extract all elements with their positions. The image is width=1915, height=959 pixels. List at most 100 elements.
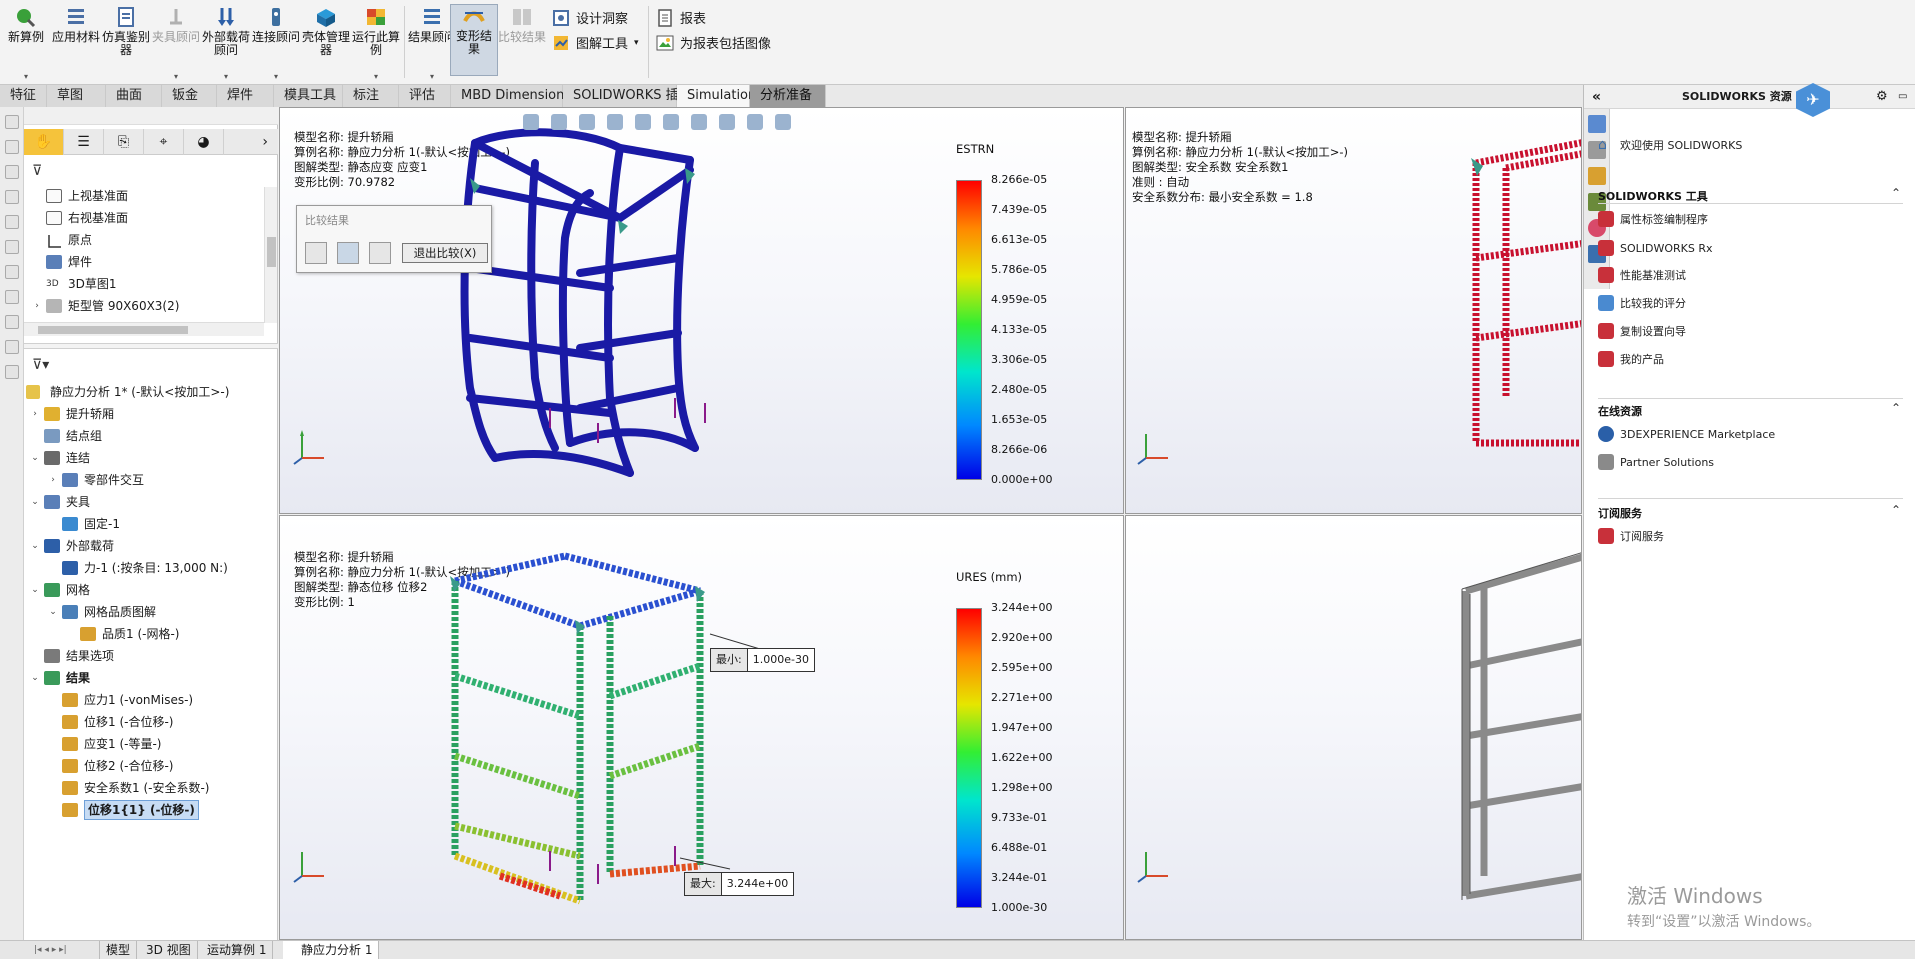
chevron-up-icon[interactable]: ⌃ <box>1891 503 1901 517</box>
sim-tree-item[interactable]: › 提升轿厢 <box>24 403 264 425</box>
study-root-item[interactable]: ⌄ 静应力分析 1* (-默认<按加工>-) <box>24 381 264 403</box>
viewport-strain-plot[interactable]: 模型名称: 提升轿厢 算例名称: 静应力分析 1(-默认<按加工>-) 图解类型… <box>279 107 1124 514</box>
strip-tool-icon[interactable] <box>5 265 19 279</box>
tab-features[interactable]: 特征 <box>0 85 47 107</box>
collapse-arrow-icon[interactable]: ⌄ <box>30 535 40 557</box>
tool-link-property-tab-builder[interactable]: 属性标签编制程序 <box>1598 211 1708 227</box>
sim-tree-item[interactable]: ⌄ 外部载荷 <box>24 535 264 557</box>
scrollbar-thumb[interactable] <box>267 237 276 267</box>
pin-icon[interactable]: ▭ <box>1898 85 1907 109</box>
tab-evaluate[interactable]: 评估 <box>399 85 451 107</box>
tool-link-compare-score[interactable]: 比较我的评分 <box>1598 295 1686 311</box>
tab-scroll-arrows[interactable]: |◂ ◂ ▸ ▸| <box>28 941 100 959</box>
tab-sheet-metal[interactable]: 钣金 <box>162 85 217 107</box>
feature-tree-tab[interactable]: ✋ <box>24 129 64 155</box>
report-button[interactable]: 报表 <box>656 8 706 27</box>
section-view-icon[interactable] <box>607 114 623 130</box>
run-study-button[interactable]: 运行此算例 ▾ <box>352 6 400 81</box>
feature-tree-horizontal-scrollbar[interactable] <box>24 322 264 336</box>
sim-tree-item[interactable]: › 零部件交互 <box>24 469 264 491</box>
sim-tree-item[interactable]: 结果选项 <box>24 645 264 667</box>
connections-advisor-button[interactable]: 连接顾问 ▾ <box>252 6 300 81</box>
subscription-link[interactable]: 订阅服务 <box>1598 528 1664 544</box>
strip-tool-icon[interactable] <box>5 215 19 229</box>
collapse-arrow-icon[interactable]: ⌄ <box>30 667 40 689</box>
display-style-icon[interactable] <box>663 114 679 130</box>
tool-link-copy-settings[interactable]: 复制设置向导 <box>1598 323 1686 339</box>
sim-tree-item[interactable]: 品质1 (-网格-) <box>24 623 264 645</box>
strip-tool-icon[interactable] <box>5 240 19 254</box>
tab-mbd-dimensions[interactable]: MBD Dimensions <box>451 85 571 107</box>
sim-tree-item[interactable]: 应变1 (-等量-) <box>24 733 264 755</box>
tab-markup[interactable]: 标注 <box>343 85 399 107</box>
expand-arrow-icon[interactable]: › <box>48 469 58 491</box>
sim-tree-item[interactable]: 位移1{1} (-位移-) <box>24 799 264 821</box>
view-orientation-icon[interactable] <box>635 114 651 130</box>
chevron-up-icon[interactable]: ⌃ <box>1891 401 1901 415</box>
tool-link-my-products[interactable]: 我的产品 <box>1598 351 1664 367</box>
sim-tree-item[interactable]: ⌄ 网格品质图解 <box>24 601 264 623</box>
sim-tree-item[interactable]: ⌄ 夹具 <box>24 491 264 513</box>
shell-manager-button[interactable]: 壳体管理器 <box>302 6 350 57</box>
expand-arrow-icon[interactable]: › <box>32 295 42 317</box>
sim-tree-item[interactable]: 安全系数1 (-安全系数-) <box>24 777 264 799</box>
bottom-tab-model[interactable]: 模型 <box>100 941 138 959</box>
property-manager-tab[interactable]: ☰ <box>64 129 104 155</box>
sim-tree-item[interactable]: 应力1 (-vonMises-) <box>24 689 264 711</box>
sim-tree-item[interactable]: 位移2 (-合位移-) <box>24 755 264 777</box>
tree-item-3d-sketch[interactable]: 3D 3D草图1 <box>24 273 264 295</box>
exit-compare-button[interactable]: 退出比较(X) <box>402 243 488 263</box>
tree-item-origin[interactable]: 原点 <box>24 229 264 251</box>
tool-link-solidworks-rx[interactable]: SOLIDWORKS Rx <box>1598 240 1713 256</box>
steel-frame-model[interactable] <box>1126 516 1582 940</box>
tab-solidworks-addins[interactable]: SOLIDWORKS 插件 <box>563 85 692 107</box>
previous-view-icon[interactable] <box>579 114 595 130</box>
chevron-up-icon[interactable]: ⌃ <box>1891 186 1901 200</box>
bottom-tab-motion-study[interactable]: 运动算例 1 <box>201 941 274 959</box>
dimxpert-tab[interactable]: ⌖ <box>144 129 184 155</box>
tab-weldments[interactable]: 焊件 <box>217 85 274 107</box>
tool-link-benchmark[interactable]: 性能基准测试 <box>1598 267 1686 283</box>
display-manager-tab[interactable]: ◕ <box>184 129 224 155</box>
tab-analysis-preparation[interactable]: 分析准备 <box>750 85 826 107</box>
compare-results-button[interactable]: 比较结果 <box>498 6 546 44</box>
safety-factor-frame-model[interactable] <box>1126 108 1582 514</box>
hide-show-items-icon[interactable] <box>691 114 707 130</box>
strip-tool-icon[interactable] <box>5 190 19 204</box>
strip-tool-icon[interactable] <box>5 115 19 129</box>
tab-mold-tools[interactable]: 模具工具 <box>274 85 343 107</box>
viewport-displacement-plot[interactable]: 模型名称: 提升轿厢 算例名称: 静应力分析 1(-默认<按加工>-) 图解类型… <box>279 515 1124 940</box>
simulation-evaluator-button[interactable]: 仿真鉴别器 <box>102 6 150 57</box>
min-value-probe[interactable]: 最小: 1.000e-30 <box>710 648 815 672</box>
collapse-pane-icon[interactable]: « <box>1592 85 1601 109</box>
design-insight-button[interactable]: 设计洞察 <box>552 8 628 27</box>
view-settings-icon[interactable] <box>775 114 791 130</box>
zoom-to-fit-icon[interactable] <box>523 114 539 130</box>
strip-tool-icon[interactable] <box>5 140 19 154</box>
viewport-safety-factor-plot[interactable]: 模型名称: 提升轿厢 算例名称: 静应力分析 1(-默认<按加工>-) 图解类型… <box>1125 107 1582 514</box>
configuration-manager-tab[interactable]: ⎘ <box>104 129 144 155</box>
panel-drag-handle[interactable] <box>24 107 278 125</box>
viewport-model-view[interactable] <box>1125 515 1582 940</box>
strip-tool-icon[interactable] <box>5 290 19 304</box>
bottom-tab-3d-views[interactable]: 3D 视图 <box>140 941 198 959</box>
strip-tool-icon[interactable] <box>5 165 19 179</box>
sim-tree-item[interactable]: 固定-1 <box>24 513 264 535</box>
collapse-arrow-icon[interactable]: ⌄ <box>48 601 58 623</box>
compare-layout-button[interactable] <box>337 242 359 264</box>
sim-tree-item[interactable]: ⌄ 结果 <box>24 667 264 689</box>
bottom-tab-static-study[interactable]: 静应力分析 1 <box>283 941 380 959</box>
panel-splitter[interactable] <box>24 343 278 349</box>
max-value-probe[interactable]: 最大: 3.244e+00 <box>684 872 795 896</box>
collapse-arrow-icon[interactable]: ⌄ <box>30 447 40 469</box>
strip-tool-icon[interactable] <box>5 365 19 379</box>
apply-material-button[interactable]: 应用材料 <box>52 6 100 44</box>
scrollbar-thumb[interactable] <box>38 326 188 334</box>
expand-arrow-icon[interactable]: › <box>30 403 40 425</box>
online-link-partner-solutions[interactable]: Partner Solutions <box>1598 454 1714 470</box>
collapse-arrow-icon[interactable]: ⌄ <box>30 579 40 601</box>
new-study-button[interactable]: 新算例 ▾ <box>2 6 50 81</box>
gear-icon[interactable]: ⚙ <box>1876 85 1888 109</box>
home-icon[interactable] <box>1588 115 1606 133</box>
tab-simulation[interactable]: Simulation <box>677 85 756 107</box>
